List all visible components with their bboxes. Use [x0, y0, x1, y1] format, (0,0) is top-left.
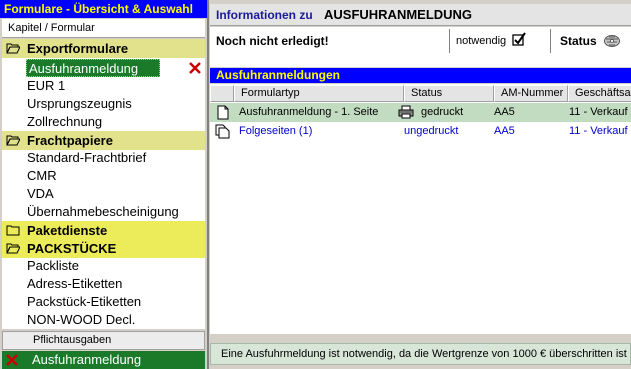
- group-exportformulare[interactable]: Exportformulare: [2, 39, 205, 58]
- pflichtausgaben-header: Pflichtausgaben: [2, 331, 205, 350]
- documents-icon: [215, 124, 230, 139]
- folder-closed-icon: [6, 225, 20, 236]
- group-label: Paketdienste: [27, 223, 108, 238]
- cell-geschaeftsart: 11 - Verkauf: [569, 125, 628, 137]
- column-header-icon[interactable]: [210, 85, 234, 102]
- group-label: Frachtpapiere: [27, 133, 113, 148]
- divider: [550, 29, 551, 53]
- table-row[interactable]: Folgeseiten (1) ungedruckt AA5 11 - Verk…: [210, 122, 631, 141]
- cell-status: ungedruckt: [404, 125, 459, 137]
- panel-title: Formulare - Übersicht & Auswahl: [0, 0, 207, 18]
- column-header-am-nummer[interactable]: AM-Nummer: [494, 85, 568, 102]
- tree-item-adress-etiketten[interactable]: Adress-Etiketten: [27, 275, 122, 293]
- form-tree: Exportformulare Ausfuhranmeldung EUR 1 U…: [2, 39, 205, 329]
- group-packstuecke[interactable]: PACKSTÜCKE: [2, 239, 205, 258]
- info-form-name: AUSFUHRANMELDUNG: [324, 7, 473, 22]
- cell-formulartyp: Ausfuhranmeldung - 1. Seite: [239, 106, 379, 118]
- printer-icon: [398, 105, 414, 119]
- required-label: notwendig: [456, 35, 507, 47]
- group-frachtpapiere[interactable]: Frachtpapiere: [2, 131, 205, 150]
- group-label: PACKSTÜCKE: [27, 241, 117, 256]
- cell-geschaeftsart: 11 - Verkauf: [569, 106, 628, 118]
- tree-item-non-wood-decl[interactable]: NON-WOOD Decl.: [27, 311, 135, 329]
- pflichtausgaben-item-label: Ausfuhranmeldung: [32, 352, 142, 367]
- document-icon: [217, 105, 229, 120]
- panel-splitter[interactable]: [207, 0, 209, 369]
- tree-item-ausfuhranmeldung[interactable]: Ausfuhranmeldung: [26, 59, 160, 77]
- disc-icon[interactable]: [603, 32, 621, 48]
- info-prefix: Informationen zu: [216, 8, 313, 22]
- ausfuhranmeldungen-table: Formulartyp Status AM-Nummer Geschäftsar…: [210, 84, 631, 334]
- info-header: Informationen zu AUSFUHRANMELDUNG: [210, 4, 631, 26]
- red-x-icon[interactable]: [188, 61, 202, 75]
- tree-item-eur1[interactable]: EUR 1: [27, 77, 65, 95]
- table-row[interactable]: Ausfuhranmeldung - 1. Seite gedruckt AA5…: [210, 103, 631, 122]
- status-label: Status: [560, 34, 597, 48]
- status-bar: Noch nicht erledigt! notwendig Status: [210, 27, 631, 67]
- tree-item-packstueck-etiketten[interactable]: Packstück-Etiketten: [27, 293, 141, 311]
- tree-item-vda[interactable]: VDA: [27, 185, 54, 203]
- red-x-icon[interactable]: [5, 353, 19, 367]
- tree-item-cmr[interactable]: CMR: [27, 167, 57, 185]
- not-done-label: Noch nicht erledigt!: [216, 34, 329, 48]
- divider: [449, 29, 450, 53]
- tree-item-ursprungszeugnis[interactable]: Ursprungszeugnis: [27, 95, 132, 113]
- cell-am-nummer: AA5: [494, 125, 515, 137]
- checked-box-icon[interactable]: [512, 32, 526, 46]
- pflichtausgaben-item[interactable]: Ausfuhranmeldung: [2, 351, 205, 369]
- divider: [210, 335, 631, 343]
- cell-status: gedruckt: [421, 106, 464, 118]
- folder-open-icon: [6, 135, 20, 146]
- info-message: Eine Ausfuhrmeldung ist notwendig, da di…: [210, 343, 631, 365]
- cell-am-nummer: AA5: [494, 106, 515, 118]
- folder-open-icon: [6, 243, 20, 254]
- group-label: Exportformulare: [27, 41, 129, 56]
- tree-item-uebernahmebescheinigung[interactable]: Übernahmebescheinigung: [27, 203, 179, 221]
- tree-item-standard-frachtbrief[interactable]: Standard-Frachtbrief: [27, 149, 146, 167]
- column-header-status[interactable]: Status: [404, 85, 494, 102]
- tree-item-zollrechnung[interactable]: Zollrechnung: [27, 113, 102, 131]
- table-title: Ausfuhranmeldungen: [210, 68, 631, 83]
- tree-column-header: Kapitel / Formular: [2, 19, 205, 38]
- column-header-formulartyp[interactable]: Formulartyp: [234, 85, 404, 102]
- tree-item-packliste[interactable]: Packliste: [27, 257, 79, 275]
- form-overview-panel: Formulare - Übersicht & Auswahl Kapitel …: [0, 0, 207, 369]
- cell-formulartyp: Folgeseiten (1): [239, 125, 313, 137]
- group-paketdienste[interactable]: Paketdienste: [2, 221, 205, 240]
- column-header-geschaeftsart[interactable]: Geschäftsart: [568, 85, 631, 102]
- folder-open-icon: [6, 43, 20, 54]
